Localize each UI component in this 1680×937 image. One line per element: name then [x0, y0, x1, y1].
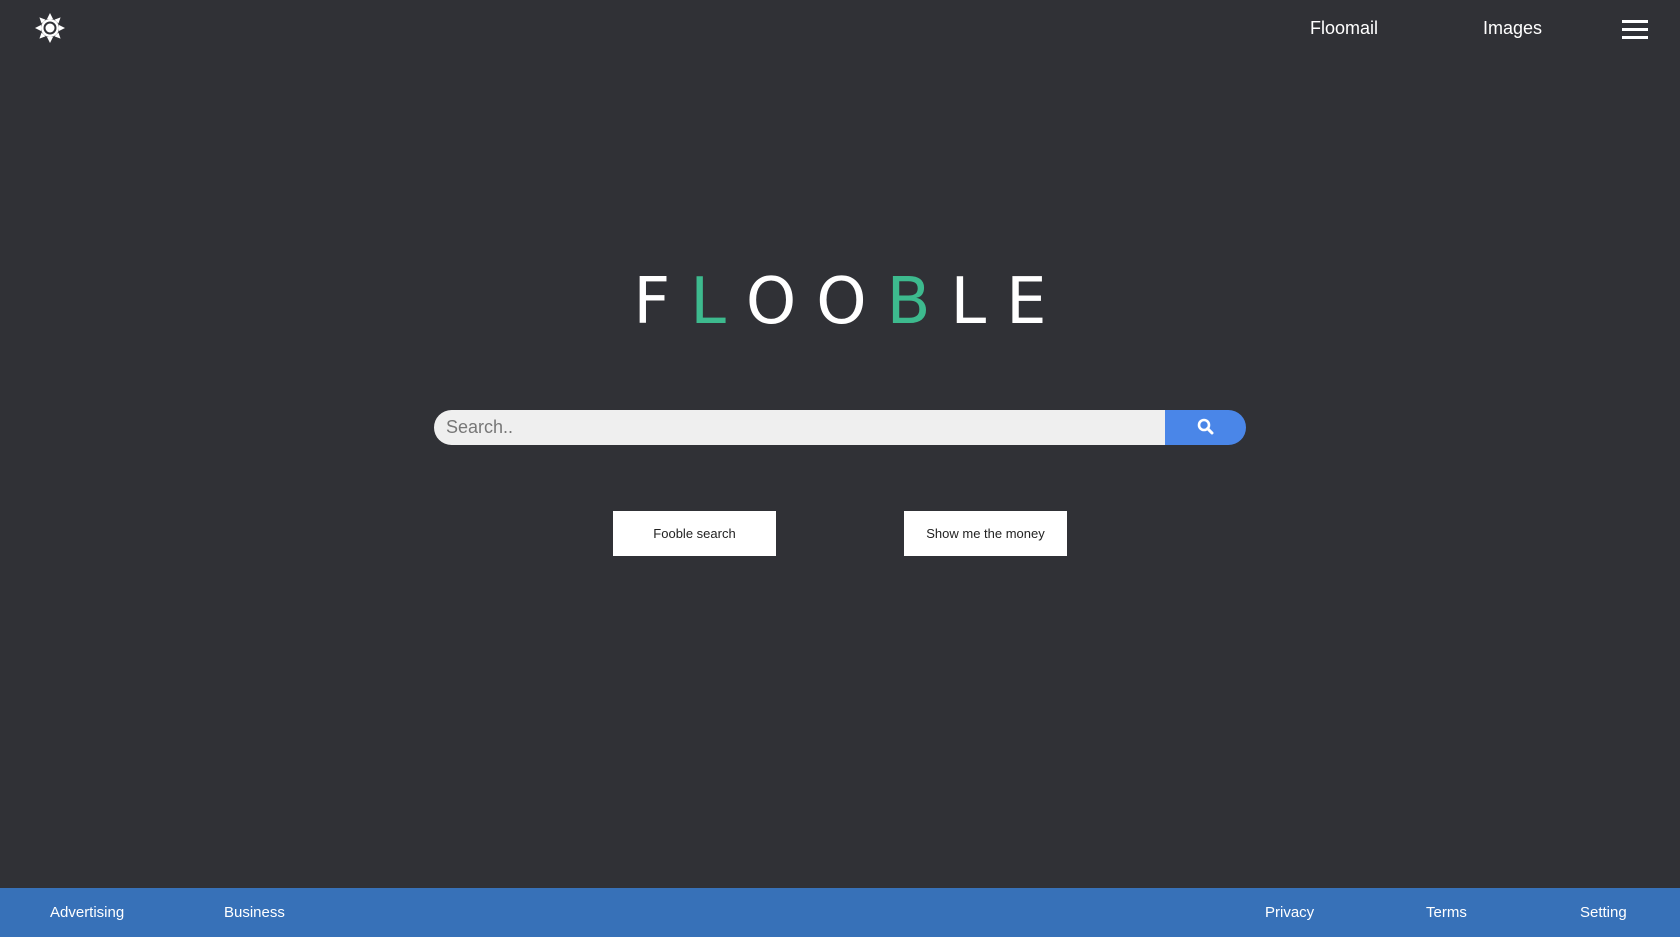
search-icon: [1197, 418, 1214, 438]
footer-bar: Advertising Business Privacy Terms Setti…: [0, 888, 1680, 937]
hamburger-menu-icon[interactable]: [1622, 18, 1648, 40]
menu-bar: [1622, 20, 1648, 23]
menu-bar: [1622, 28, 1648, 31]
logo-letter: O: [745, 265, 817, 339]
theme-toggle-button[interactable]: [32, 12, 68, 48]
fooble-logo: FLOOBLE: [0, 262, 1680, 342]
top-header: Floomail Images: [0, 0, 1680, 60]
show-me-the-money-button[interactable]: Show me the money: [904, 511, 1067, 556]
search-bar: [434, 410, 1246, 445]
footer-link-privacy[interactable]: Privacy: [1265, 904, 1314, 921]
footer-link-terms[interactable]: Terms: [1426, 904, 1467, 921]
logo-letter: L: [690, 265, 746, 339]
fooble-search-button[interactable]: Fooble search: [613, 511, 776, 556]
footer-link-advertising[interactable]: Advertising: [50, 904, 124, 921]
logo-letter: E: [1006, 265, 1067, 339]
footer-link-setting[interactable]: Setting: [1580, 904, 1627, 921]
nav-link-floomail[interactable]: Floomail: [1310, 18, 1378, 39]
logo-letter: B: [886, 265, 951, 339]
logo-letter: O: [816, 265, 887, 339]
search-submit-button[interactable]: [1165, 410, 1246, 445]
menu-bar: [1622, 36, 1648, 39]
nav-link-images[interactable]: Images: [1483, 18, 1542, 39]
logo-letter: F: [633, 265, 691, 339]
search-input[interactable]: [434, 410, 1165, 445]
sun-gear-icon: [35, 12, 65, 48]
logo-letter: L: [950, 265, 1007, 339]
footer-link-business[interactable]: Business: [224, 904, 285, 921]
